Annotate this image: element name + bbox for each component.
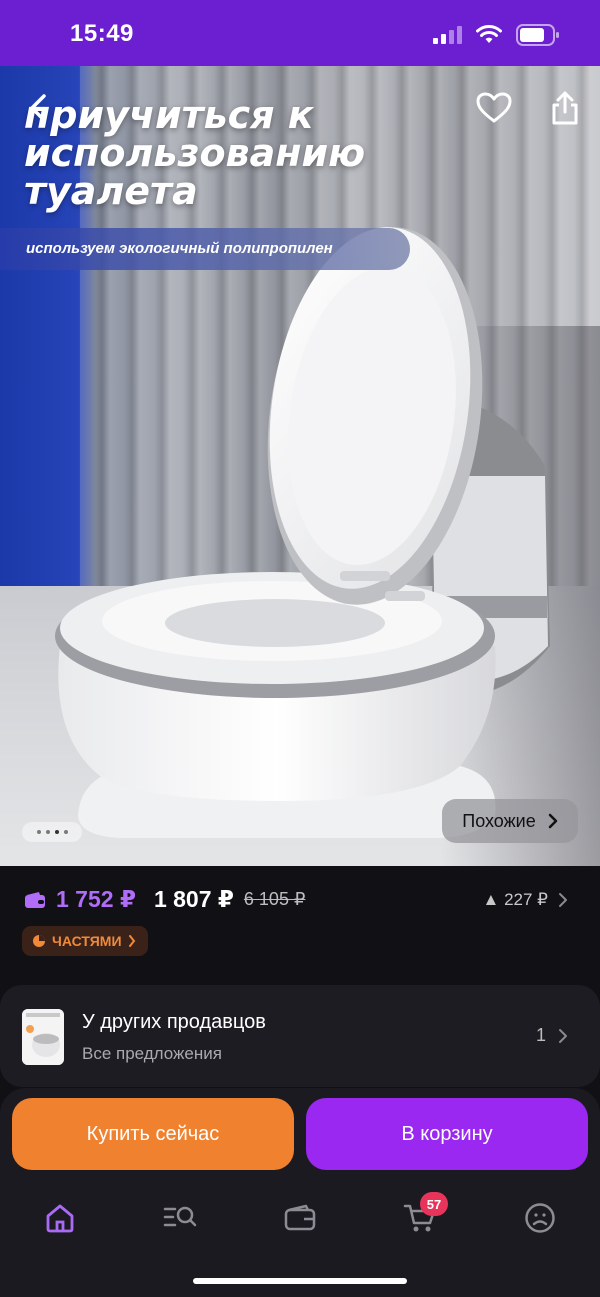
product-screen: 15:49 приучиться к использованию туалета…	[0, 0, 600, 1297]
tab-home[interactable]	[30, 1196, 90, 1240]
profile-icon	[525, 1203, 555, 1233]
other-sellers-subtitle: Все предложения	[82, 1044, 222, 1063]
chevron-right-icon	[559, 893, 567, 907]
gallery-pagination	[22, 822, 82, 842]
installments-label: ЧАСТЯМИ	[52, 933, 122, 949]
tab-catalog[interactable]	[150, 1196, 210, 1240]
pagination-dot	[45, 830, 50, 834]
catalog-search-icon	[163, 1206, 197, 1227]
buy-now-button[interactable]: Купить сейчас	[12, 1098, 294, 1170]
seller-product-thumbnail	[22, 1009, 64, 1065]
add-to-cart-button[interactable]: В корзину	[306, 1098, 588, 1170]
wifi-icon	[476, 25, 502, 50]
hero-title-line: приучиться к	[24, 93, 314, 137]
other-sellers-title: У других продавцов	[82, 1011, 266, 1033]
installments-badge[interactable]: ЧАСТЯМИ	[22, 926, 148, 956]
status-time: 15:49	[70, 20, 134, 47]
offers-count: 1	[535, 1025, 546, 1045]
hero-subtitle: используем экологичный полипропилен	[0, 228, 410, 270]
chevron-right-icon	[559, 1028, 567, 1043]
bottom-tab-bar: 57	[0, 1182, 600, 1297]
pagination-dot-active	[54, 830, 59, 834]
chevron-left-icon	[30, 94, 46, 122]
back-button[interactable]	[18, 88, 58, 128]
pagination-dot	[36, 830, 41, 834]
price-row: 1 752 ₽ 1 807 ₽ 6 105 ₽	[24, 886, 305, 913]
battery-icon	[516, 24, 560, 51]
hero-title: приучиться к использованию туалета	[24, 96, 444, 210]
price-history-button[interactable]: ▲ 227 ₽	[483, 890, 568, 910]
pagination-dot	[63, 830, 68, 834]
heart-icon	[476, 92, 512, 123]
pie-chart-icon	[33, 935, 45, 947]
status-icons	[432, 24, 560, 51]
tab-profile[interactable]	[510, 1196, 570, 1240]
chevron-right-icon	[548, 813, 557, 829]
current-price: 1 807 ₽	[153, 886, 234, 912]
share-icon	[552, 91, 578, 125]
price-delta: ▲ 227 ₽	[482, 890, 548, 909]
price-section: 1 752 ₽ 1 807 ₽ 6 105 ₽ ▲ 227 ₽ ЧАСТЯМИ	[0, 866, 600, 972]
other-sellers-row[interactable]: У других продавцов Все предложения 1	[0, 985, 600, 1087]
home-icon	[46, 1204, 74, 1233]
old-price: 6 105 ₽	[243, 889, 306, 909]
tab-wallet[interactable]	[270, 1196, 330, 1240]
product-image-gallery[interactable]: приучиться к использованию туалета испол…	[0, 66, 600, 866]
wallet-icon	[284, 1204, 316, 1231]
hero-title-line: туалета	[24, 169, 198, 213]
similar-label: Похожие	[462, 810, 536, 831]
product-photo	[55, 227, 550, 838]
wallet-price: 1 752 ₽	[56, 886, 136, 912]
cart-badge: 57	[420, 1192, 448, 1216]
similar-button[interactable]: Похожие	[442, 799, 578, 843]
other-sellers-count: 1	[536, 1025, 568, 1046]
signal-icon	[432, 26, 462, 49]
favorite-button[interactable]	[474, 88, 514, 128]
hero-title-line: использованию	[24, 131, 366, 175]
chevron-right-icon	[128, 935, 135, 947]
home-indicator	[193, 1278, 407, 1284]
tab-cart[interactable]: 57	[390, 1192, 450, 1240]
wallet-icon	[25, 891, 45, 908]
share-button[interactable]	[545, 88, 585, 128]
action-bar: Купить сейчас В корзину	[0, 1088, 600, 1182]
status-bar: 15:49	[0, 0, 600, 66]
